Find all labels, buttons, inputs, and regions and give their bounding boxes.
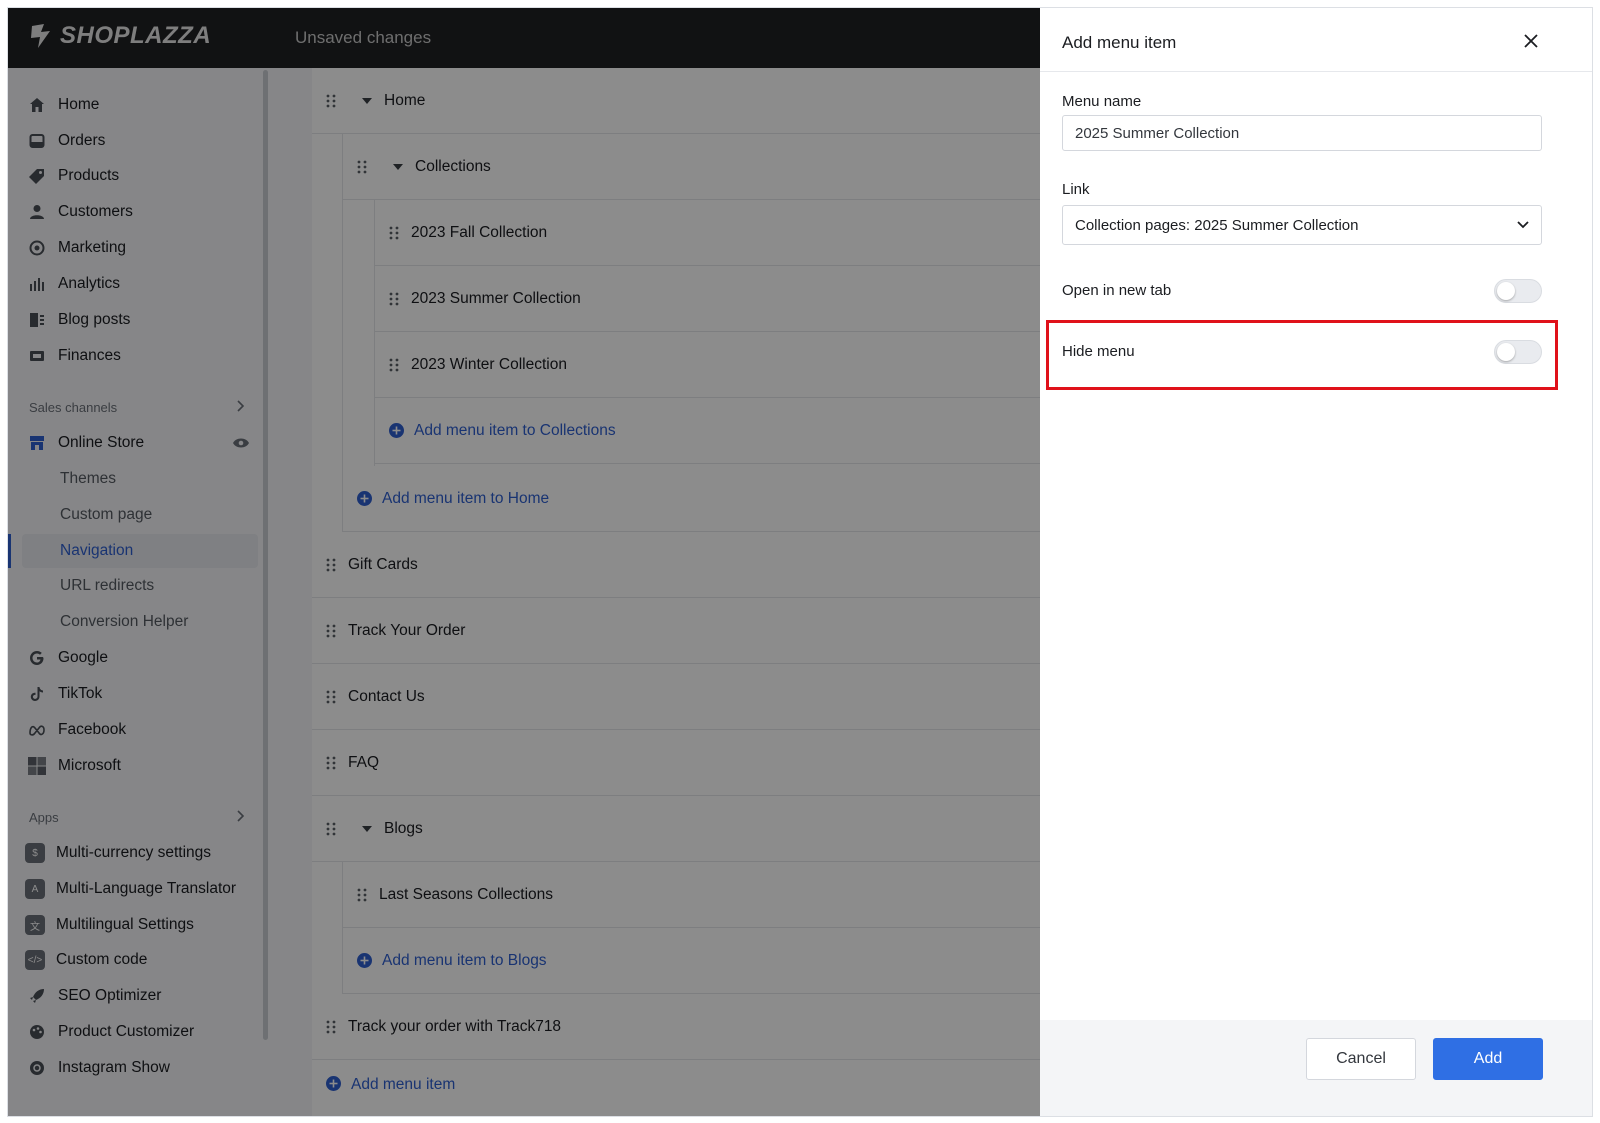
- chevron-down-icon: [1517, 221, 1529, 229]
- close-button[interactable]: [1520, 30, 1542, 52]
- open-new-tab-label: Open in new tab: [1062, 282, 1172, 299]
- add-menu-item-drawer: Add menu item Menu name Link Collection …: [1040, 8, 1592, 1116]
- close-icon: [1524, 34, 1538, 48]
- add-button[interactable]: Add: [1433, 1038, 1543, 1080]
- menu-name-label: Menu name: [1062, 93, 1142, 110]
- hide-menu-label: Hide menu: [1062, 343, 1135, 360]
- hide-menu-toggle[interactable]: [1494, 340, 1542, 364]
- link-select[interactable]: Collection pages: 2025 Summer Collection: [1062, 205, 1542, 245]
- link-select-value: Collection pages: 2025 Summer Collection: [1075, 216, 1359, 234]
- menu-name-input[interactable]: [1062, 115, 1542, 151]
- toggle-knob: [1497, 282, 1515, 300]
- modal-backdrop[interactable]: [8, 8, 1040, 1116]
- app-window: SHOPLAZZA Unsaved changes Home Orders Pr…: [7, 7, 1593, 1117]
- drawer-header: Add menu item: [1040, 8, 1592, 72]
- drawer-title: Add menu item: [1062, 33, 1177, 52]
- link-label: Link: [1062, 181, 1090, 198]
- toggle-knob: [1497, 343, 1515, 361]
- cancel-button[interactable]: Cancel: [1306, 1038, 1416, 1080]
- open-new-tab-toggle[interactable]: [1494, 279, 1542, 303]
